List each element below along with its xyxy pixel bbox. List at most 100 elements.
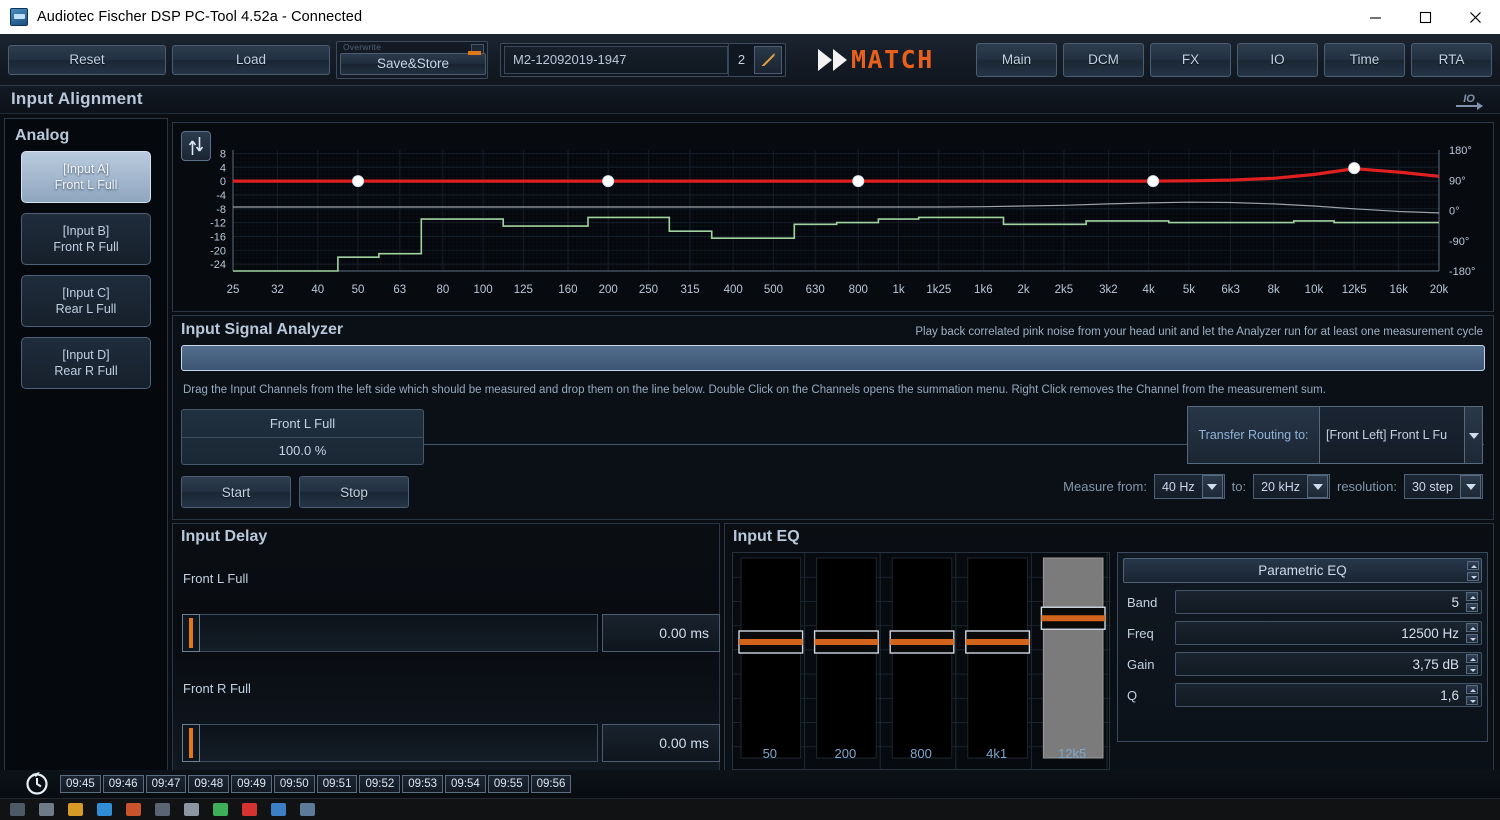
nav-rta-button[interactable]: RTA xyxy=(1411,42,1492,77)
timeline-item[interactable]: 09:52 xyxy=(359,775,401,793)
io-routing-icon[interactable]: IO xyxy=(1452,86,1486,114)
parametric-q-field[interactable]: 1,6 xyxy=(1175,683,1482,707)
preset-number: 2 xyxy=(728,42,754,77)
taskbar-start-icon[interactable] xyxy=(10,803,25,816)
transfer-routing-select[interactable]: [Front Left] Front L Fu xyxy=(1320,406,1483,464)
measure-from-select[interactable]: 40 Hz xyxy=(1153,474,1225,499)
preset-name-input[interactable]: M2-12092019-1947 xyxy=(504,45,728,74)
taskbar-app5-icon[interactable] xyxy=(242,803,257,816)
analyzer-hint: Play back correlated pink noise from you… xyxy=(915,326,1483,338)
taskbar-app3-icon[interactable] xyxy=(184,803,199,816)
delay-row-1-track[interactable] xyxy=(200,724,598,762)
sidebar-item-input-d[interactable]: [Input D] Rear R Full xyxy=(21,337,151,389)
match-brand-logo: MATCH xyxy=(818,45,934,74)
parametric-gain-field[interactable]: 3,75 dB xyxy=(1175,652,1482,676)
timeline-item[interactable]: 09:46 xyxy=(102,775,144,793)
taskbar-explorer-icon[interactable] xyxy=(39,803,54,816)
sidebar-item-input-a[interactable]: [Input A] Front L Full xyxy=(21,151,151,203)
nav-fx-button[interactable]: FX xyxy=(1150,42,1231,77)
parametric-freq-field[interactable]: 12500 Hz xyxy=(1175,621,1482,645)
sidebar-item-input-b[interactable]: [Input B] Front R Full xyxy=(21,213,151,265)
taskbar-app4-icon[interactable] xyxy=(213,803,228,816)
nav-main-button[interactable]: Main xyxy=(976,42,1057,77)
freq-spinner-icon[interactable] xyxy=(1466,623,1478,643)
resolution-arrow-icon[interactable] xyxy=(1460,475,1481,498)
delay-row-0-value[interactable]: 0.00 ms xyxy=(602,614,720,652)
reset-button[interactable]: Reset xyxy=(8,44,166,75)
delay-row-1-value[interactable]: 0.00 ms xyxy=(602,724,720,762)
sidebar-item-input-c[interactable]: [Input C] Rear L Full xyxy=(21,275,151,327)
timeline-item[interactable]: 09:51 xyxy=(316,775,358,793)
eq-band-sliders[interactable] xyxy=(733,553,1111,771)
delay-row-0-track[interactable] xyxy=(200,614,598,652)
timeline-item[interactable]: 09:50 xyxy=(273,775,315,793)
stop-button[interactable]: Stop xyxy=(299,476,409,508)
measure-to-arrow-icon[interactable] xyxy=(1307,475,1328,498)
taskbar-app2-icon[interactable] xyxy=(155,803,170,816)
eq-type-spinner-icon[interactable] xyxy=(1467,561,1479,581)
svg-text:-8: -8 xyxy=(216,204,226,216)
nav-dcm-button[interactable]: DCM xyxy=(1063,42,1144,77)
nav-io-button[interactable]: IO xyxy=(1237,42,1318,77)
sidebar-heading: Analog xyxy=(15,127,70,144)
parametric-band-label: Band xyxy=(1127,594,1158,610)
parametric-freq-label: Freq xyxy=(1127,625,1154,641)
measure-from-arrow-icon[interactable] xyxy=(1201,475,1223,498)
svg-text:50: 50 xyxy=(352,284,365,296)
io-arrow-icon xyxy=(1456,101,1483,110)
svg-text:4: 4 xyxy=(220,162,226,174)
taskbar-app6-icon[interactable] xyxy=(271,803,286,816)
timeline-item[interactable]: 09:54 xyxy=(445,775,486,793)
timeline-item[interactable]: 09:53 xyxy=(402,775,444,793)
eq-band-graph[interactable] xyxy=(732,552,1111,771)
svg-text:-20: -20 xyxy=(210,245,226,257)
timeline-item[interactable]: 09:56 xyxy=(530,775,572,793)
eq-handle[interactable] xyxy=(352,175,365,188)
start-button[interactable]: Start xyxy=(181,476,291,508)
page-title: Input Alignment xyxy=(11,89,143,108)
close-button[interactable] xyxy=(1450,0,1500,34)
sidebar-item-c-name: Rear L Full xyxy=(55,302,117,316)
taskbar-browser-icon[interactable] xyxy=(97,803,112,816)
save-store-button[interactable]: Save&Store xyxy=(340,52,486,75)
load-button[interactable]: Load xyxy=(172,44,330,75)
input-signal-analyzer-panel: Input Signal Analyzer Play back correlat… xyxy=(172,315,1494,520)
resolution-select[interactable]: 30 step xyxy=(1403,474,1483,499)
eq-band-column[interactable] xyxy=(1042,557,1104,759)
taskbar-dsp-icon[interactable] xyxy=(300,803,315,816)
q-spinner-icon[interactable] xyxy=(1466,685,1478,705)
timeline-item[interactable]: 09:47 xyxy=(145,775,187,793)
eq-handle[interactable] xyxy=(1348,162,1361,175)
delay-row-0-handle[interactable] xyxy=(182,614,200,652)
parametric-band-field[interactable]: 5 xyxy=(1175,590,1482,614)
parametric-gain-value: 3,75 dB xyxy=(1412,656,1459,672)
eq-handle[interactable] xyxy=(1147,175,1160,188)
frequency-response-chart[interactable]: 840-4-8-12-16-20-24180°90°0°-90°-180°25 3… xyxy=(173,123,1495,313)
eq-band-column[interactable] xyxy=(740,557,802,759)
taskbar-folder-icon[interactable] xyxy=(68,803,83,816)
measure-to-select[interactable]: 20 kHz xyxy=(1253,474,1330,499)
band-spinner-icon[interactable] xyxy=(1466,592,1478,612)
undo-history-icon[interactable] xyxy=(22,769,52,799)
eq-band-column[interactable] xyxy=(816,557,877,759)
parametric-eq-type-select[interactable]: Parametric EQ xyxy=(1123,558,1482,583)
measured-channel-card[interactable]: Front L Full 100.0 % xyxy=(181,409,424,465)
nav-time-button[interactable]: Time xyxy=(1324,42,1405,77)
eq-band-column[interactable] xyxy=(891,557,953,759)
timeline-item[interactable]: 09:48 xyxy=(188,775,230,793)
delay-row-1-handle[interactable] xyxy=(182,724,200,762)
measure-to-label: to: xyxy=(1231,479,1247,494)
maximize-button[interactable] xyxy=(1400,0,1450,34)
routing-dropdown-arrow-icon[interactable] xyxy=(1464,407,1482,463)
timeline-item[interactable]: 09:45 xyxy=(60,775,101,793)
edit-preset-button[interactable] xyxy=(754,45,782,74)
timeline-item[interactable]: 09:49 xyxy=(231,775,272,793)
eq-band-column[interactable] xyxy=(967,557,1028,759)
minimize-button[interactable] xyxy=(1350,0,1400,34)
eq-handle[interactable] xyxy=(602,175,615,188)
taskbar-app1-icon[interactable] xyxy=(126,803,141,816)
input-delay-panel: Input Delay Front L Full 0.00 ms Front R… xyxy=(172,523,720,778)
timeline-item[interactable]: 09:55 xyxy=(487,775,529,793)
gain-spinner-icon[interactable] xyxy=(1466,654,1478,674)
eq-handle[interactable] xyxy=(852,175,865,188)
